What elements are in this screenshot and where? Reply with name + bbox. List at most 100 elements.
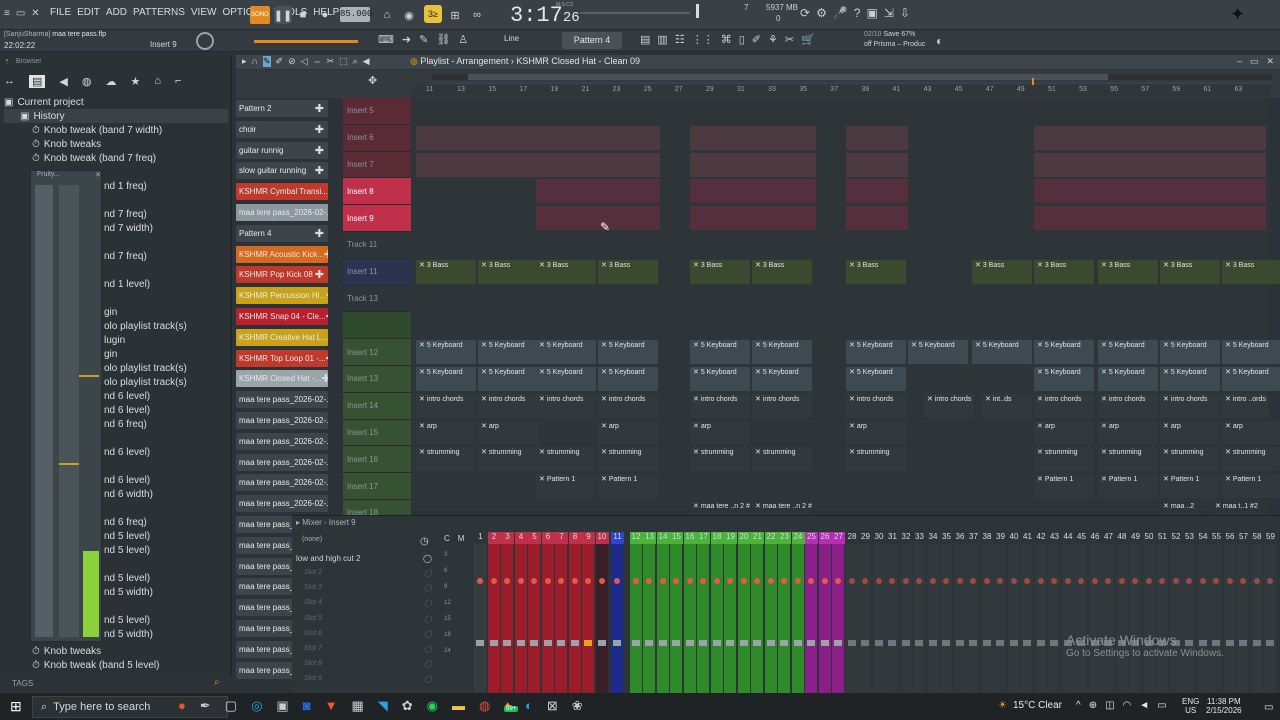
playlist-clip[interactable]: ✕ 3 Bass xyxy=(846,259,906,284)
fader-icon[interactable] xyxy=(942,640,950,646)
fader-icon[interactable] xyxy=(516,640,525,646)
chatgpt-app-icon[interactable]: ❀ xyxy=(572,698,583,714)
mixer-strip[interactable] xyxy=(913,544,925,694)
mute-icon[interactable]: ◁ xyxy=(301,56,308,67)
mixer-strip[interactable] xyxy=(737,544,750,694)
mixer-slot[interactable]: Slot 7 ◯ xyxy=(296,645,432,660)
slot-knob-icon[interactable]: ◯ xyxy=(424,569,432,584)
mixer-strip[interactable] xyxy=(629,544,642,694)
stamp-icon[interactable]: ♙ xyxy=(458,33,468,46)
mixer-strip[interactable] xyxy=(595,544,608,694)
pan-knob-icon[interactable] xyxy=(1172,578,1179,584)
channel-button[interactable]: maa tere pass_2026-02-...✚ xyxy=(236,203,328,221)
file-icon[interactable]: ▯ xyxy=(739,33,745,46)
pan-knob-icon[interactable] xyxy=(943,578,949,584)
playlist-clip[interactable]: ✕ intro chords xyxy=(1098,393,1158,418)
slot-knob-icon[interactable]: ◯ xyxy=(424,660,432,675)
mixer-slot[interactable]: Slot 6 ◯ xyxy=(296,630,432,645)
mixer-strip[interactable] xyxy=(845,544,858,694)
mixer-strip[interactable] xyxy=(751,544,763,694)
playlist-clip[interactable]: ✕ intro chords xyxy=(1160,393,1220,418)
fader-icon[interactable] xyxy=(834,640,842,646)
mixer-track-number[interactable]: 59 xyxy=(1264,532,1277,544)
hat-clip[interactable] xyxy=(846,206,908,231)
capcut-icon[interactable]: ⊠ xyxy=(547,698,558,714)
history-line[interactable]: nd 5 width) xyxy=(104,629,153,640)
fader-icon[interactable] xyxy=(793,640,802,646)
channel-button[interactable]: KSHMR Snap 04 - Cle...✚ xyxy=(236,307,328,325)
track-header[interactable]: Insert 17 xyxy=(343,473,411,500)
slot-knob-icon[interactable]: ◯ xyxy=(424,615,432,630)
history-line[interactable]: nd 1 level) xyxy=(104,279,150,290)
history-line[interactable]: nd 1 freq) xyxy=(104,181,147,192)
pan-knob-icon[interactable] xyxy=(1132,578,1138,584)
pan-knob-icon[interactable] xyxy=(614,578,620,584)
close-icon[interactable]: ✕ xyxy=(95,171,101,183)
fader-icon[interactable] xyxy=(699,640,707,646)
add-icon[interactable]: ✚ xyxy=(315,123,324,136)
hat-clip[interactable] xyxy=(416,152,660,177)
pan-knob-icon[interactable] xyxy=(1186,578,1192,584)
mixer-strip[interactable] xyxy=(980,544,993,694)
fader-icon[interactable] xyxy=(955,640,964,646)
channel-button[interactable]: KSHMR Pop Kick 08 ✚ xyxy=(236,266,328,284)
fader-icon[interactable] xyxy=(685,640,694,646)
mixer-strip[interactable] xyxy=(528,544,540,694)
playlist-clip[interactable]: ✕ 3 Bass xyxy=(416,259,476,284)
volume-icon[interactable]: ◄ xyxy=(1139,700,1149,711)
export-icon[interactable]: ⇲ xyxy=(884,6,894,20)
history-line[interactable]: nd 6 freq) xyxy=(104,517,147,528)
pan-knob-icon[interactable] xyxy=(1240,578,1246,584)
pan-knob-icon[interactable] xyxy=(544,578,551,584)
playlist-icon[interactable]: ▤ xyxy=(640,33,650,46)
tree-item[interactable]: ⏱ Knob tweak (band 5 level) xyxy=(32,658,228,672)
fader-icon[interactable] xyxy=(476,640,484,646)
mixer-track-number[interactable]: 38 xyxy=(981,532,994,544)
pan-knob-icon[interactable] xyxy=(585,578,591,584)
pan-knob-icon[interactable] xyxy=(531,578,537,584)
fader-icon[interactable] xyxy=(1036,640,1045,646)
playlist-clip[interactable]: ✕ intro chords xyxy=(924,393,974,418)
slot-knob-icon[interactable]: ◯ xyxy=(424,645,432,660)
mixer-track-number[interactable]: 32 xyxy=(900,532,913,544)
mixer-track-number[interactable]: 43 xyxy=(1048,532,1061,544)
pan-knob-icon[interactable] xyxy=(659,578,666,584)
mixer-strip[interactable] xyxy=(1075,544,1087,694)
vpn-icon[interactable]: ⊕ xyxy=(1089,700,1097,711)
mixer-icon[interactable]: ☷ xyxy=(675,33,685,46)
playlist-clip[interactable]: ✕ intro chords xyxy=(690,393,750,418)
playlist-clip[interactable]: ✕ 3 Bass xyxy=(536,259,596,284)
playlist-clip[interactable]: ✕ 5 Keyboard xyxy=(1034,367,1094,391)
add-icon[interactable]: ✚ xyxy=(326,289,328,302)
pattern-selector[interactable]: Pattern 4 xyxy=(562,32,622,49)
fader-icon[interactable] xyxy=(901,640,910,646)
pan-knob-icon[interactable] xyxy=(997,578,1003,584)
mixer-strip[interactable] xyxy=(832,544,844,694)
playlist-clip[interactable]: ✕ 5 Keyboard xyxy=(752,340,812,365)
files-icon[interactable]: ▤ xyxy=(29,75,46,88)
mixer-strip[interactable] xyxy=(555,544,567,694)
mixer-track-number[interactable]: 13 xyxy=(643,532,656,544)
mixer-track-number[interactable]: 57 xyxy=(1237,532,1250,544)
hat-clip[interactable] xyxy=(536,179,660,204)
mixer-track-number[interactable]: 46 xyxy=(1089,532,1102,544)
mixer-track-number[interactable]: 52 xyxy=(1170,532,1183,544)
mixer-slot[interactable]: Slot 4 ◯ xyxy=(296,599,432,614)
mixer-track-number[interactable]: 8 xyxy=(568,532,582,544)
playlist-clip[interactable]: ✕ 5 Keyboard xyxy=(846,367,906,391)
playlist-clip[interactable]: ✕ 5 Keyboard xyxy=(536,367,596,391)
globe-icon[interactable]: ◐ xyxy=(936,34,943,48)
history-line[interactable]: nd 5 level) xyxy=(104,615,150,626)
playlist-clip[interactable]: ✕ intro chords xyxy=(416,393,476,418)
move-icon[interactable]: ✥ xyxy=(368,74,377,87)
link-icon[interactable]: ⛓ xyxy=(436,33,450,46)
mixer-track-number[interactable]: 5 xyxy=(528,532,541,544)
pan-knob-icon[interactable] xyxy=(929,578,936,584)
cloud-icon[interactable]: ☁ xyxy=(105,75,116,88)
mixer-track-number[interactable]: 34 xyxy=(927,532,940,544)
select-icon[interactable]: ⬚ xyxy=(339,56,348,67)
add-icon[interactable]: ✚ xyxy=(315,227,324,240)
playlist-clip[interactable]: ✕ Pattern 1 xyxy=(598,474,658,499)
history-line[interactable]: nd 6 freq) xyxy=(104,419,147,430)
playlist-clip[interactable]: ✕ intro chords xyxy=(846,393,906,418)
